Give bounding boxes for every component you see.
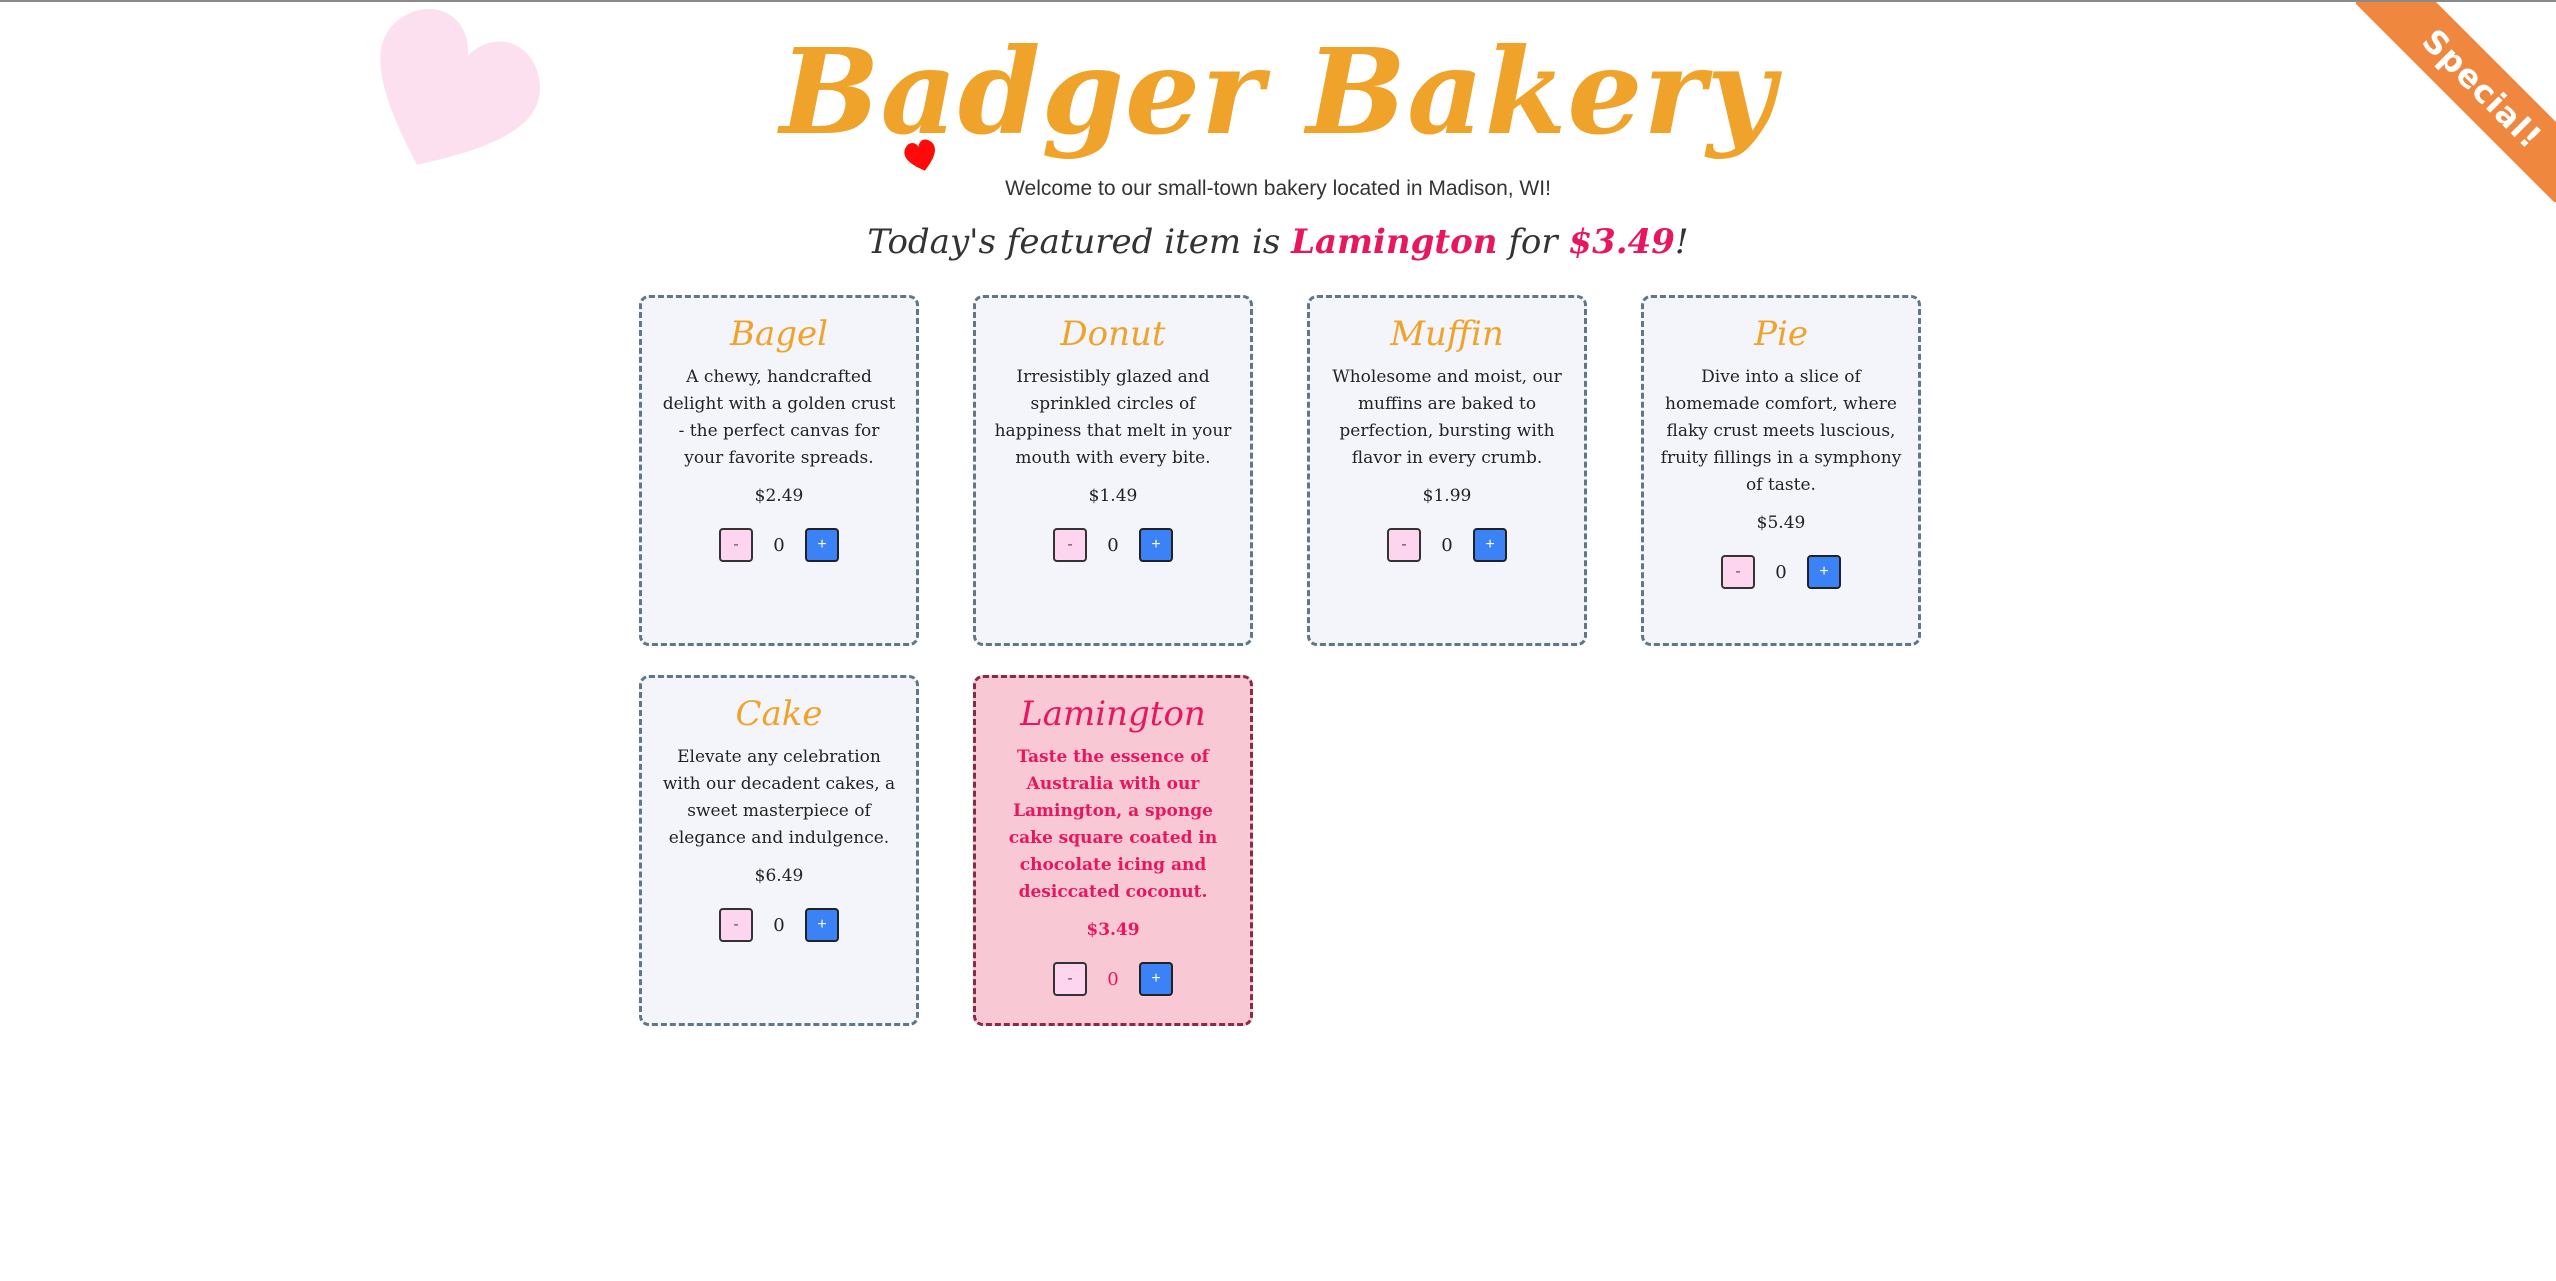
- product-description: Dive into a slice of homemade comfort, w…: [1660, 367, 1902, 495]
- product-name: Donut: [1060, 314, 1166, 354]
- quantity-value: 0: [1441, 534, 1453, 556]
- product-name: Muffin: [1390, 314, 1504, 354]
- increment-button[interactable]: +: [1139, 962, 1173, 996]
- site-title: Badger Bakery: [779, 22, 1777, 161]
- product-description: A chewy, handcrafted delight with a gold…: [662, 367, 896, 468]
- quantity-stepper: - 0 +: [1310, 528, 1584, 562]
- quantity-stepper: - 0 +: [642, 908, 916, 942]
- decrement-button[interactable]: -: [1053, 962, 1087, 996]
- product-description: Taste the essence of Australia with our …: [1008, 747, 1218, 902]
- product-price: $5.49: [1756, 513, 1806, 533]
- featured-item: Lamington: [1291, 222, 1498, 262]
- product-price: $3.49: [1086, 920, 1140, 940]
- product-description: Wholesome and moist, our muffins are bak…: [1332, 367, 1562, 468]
- product-name: Pie: [1754, 314, 1808, 354]
- featured-prefix: Today's featured item is: [867, 222, 1292, 262]
- decrement-button[interactable]: -: [1387, 528, 1421, 562]
- featured-banner: Today's featured item is Lamington for $…: [0, 222, 2556, 262]
- quantity-stepper: - 0 +: [976, 528, 1250, 562]
- featured-price: $3.49: [1568, 222, 1675, 262]
- featured-middle: for: [1497, 222, 1569, 262]
- increment-button[interactable]: +: [1807, 555, 1841, 589]
- product-card-bagel: Bagel A chewy, handcrafted delight with …: [639, 295, 919, 646]
- increment-button[interactable]: +: [1473, 528, 1507, 562]
- product-card-muffin: Muffin Wholesome and moist, our muffins …: [1307, 295, 1587, 646]
- decrement-button[interactable]: -: [1721, 555, 1755, 589]
- product-card-donut: Donut Irresistibly glazed and sprinkled …: [973, 295, 1253, 646]
- product-card-cake: Cake Elevate any celebration with our de…: [639, 675, 919, 1026]
- featured-suffix: !: [1674, 222, 1689, 262]
- quantity-value: 0: [1775, 561, 1787, 583]
- decrement-button[interactable]: -: [1053, 528, 1087, 562]
- quantity-value: 0: [773, 534, 785, 556]
- product-price: $1.99: [1422, 486, 1472, 506]
- quantity-stepper: - 0 +: [642, 528, 916, 562]
- increment-button[interactable]: +: [805, 528, 839, 562]
- product-card-lamington: Lamington Taste the essence of Australia…: [973, 675, 1253, 1026]
- product-name: Bagel: [729, 314, 828, 354]
- page: Special! Badger Bakery Welcome to our sm…: [0, 0, 2556, 1281]
- product-price: $6.49: [754, 866, 804, 886]
- product-card-pie: Pie Dive into a slice of homemade comfor…: [1641, 295, 1921, 646]
- increment-button[interactable]: +: [1139, 528, 1173, 562]
- decrement-button[interactable]: -: [719, 528, 753, 562]
- product-name: Lamington: [1020, 694, 1206, 734]
- product-name: Cake: [735, 694, 823, 734]
- quantity-value: 0: [1107, 534, 1119, 556]
- product-price: $1.49: [1088, 486, 1138, 506]
- increment-button[interactable]: +: [805, 908, 839, 942]
- quantity-value: 0: [1107, 968, 1119, 990]
- tagline: Welcome to our small-town bakery located…: [1005, 177, 1551, 200]
- quantity-stepper: - 0 +: [1644, 555, 1918, 589]
- product-description: Elevate any celebration with our decaden…: [662, 747, 896, 848]
- decrement-button[interactable]: -: [719, 908, 753, 942]
- product-description: Irresistibly glazed and sprinkled circle…: [994, 367, 1232, 468]
- quantity-stepper: - 0 +: [976, 962, 1250, 996]
- product-price: $2.49: [754, 486, 804, 506]
- quantity-value: 0: [773, 914, 785, 936]
